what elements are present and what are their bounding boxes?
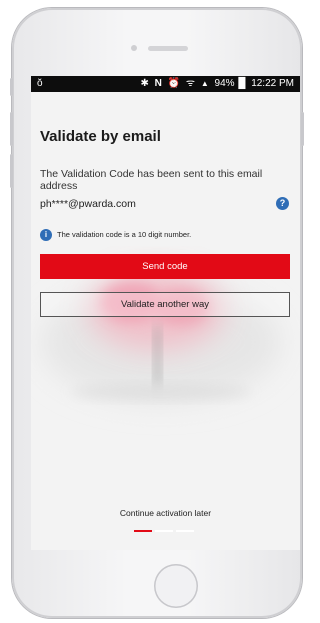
front-camera bbox=[131, 45, 137, 51]
volume-down-button bbox=[10, 154, 13, 188]
earpiece-speaker bbox=[148, 46, 188, 51]
app-screen: ŏ ✱ N ⏰ ᯤ ▲ 94% █ 12:22 PM Validate by e… bbox=[31, 76, 300, 550]
wifi-icon: ᯤ bbox=[185, 78, 196, 89]
pagination-dot-active bbox=[134, 530, 152, 532]
blurred-tree-background bbox=[31, 92, 300, 550]
battery-icon: █ bbox=[238, 78, 246, 89]
continue-activation-later-link[interactable]: Continue activation later bbox=[31, 508, 300, 518]
notification-icon: ŏ bbox=[37, 78, 43, 89]
home-button[interactable] bbox=[154, 564, 198, 608]
validate-another-way-button[interactable]: Validate another way bbox=[40, 292, 290, 317]
alarm-icon: ⏰ bbox=[167, 78, 181, 89]
pagination-dot bbox=[155, 530, 173, 532]
signal-icon: ▲ bbox=[200, 79, 209, 88]
validation-description: The Validation Code has been sent to thi… bbox=[40, 168, 263, 192]
info-icon: i bbox=[40, 229, 52, 241]
status-bar: ŏ ✱ N ⏰ ᯤ ▲ 94% █ 12:22 PM bbox=[31, 76, 300, 92]
status-icons: ✱ N ⏰ ᯤ ▲ 94% █ 12:22 PM bbox=[137, 76, 294, 92]
power-button bbox=[301, 112, 304, 146]
masked-email-address: ph****@pwarda.com bbox=[40, 198, 136, 210]
info-text: The validation code is a 10 digit number… bbox=[57, 230, 192, 239]
battery-percent: 94% bbox=[214, 78, 235, 89]
send-code-button[interactable]: Send code bbox=[40, 254, 290, 279]
pagination-dot bbox=[176, 530, 194, 532]
bluetooth-icon: ✱ bbox=[140, 78, 149, 89]
page-title: Validate by email bbox=[40, 128, 161, 145]
mute-switch bbox=[10, 78, 13, 96]
help-icon[interactable]: ? bbox=[276, 197, 289, 210]
clock-time: 12:22 PM bbox=[251, 78, 294, 89]
volume-up-button bbox=[10, 112, 13, 146]
nfc-icon: N bbox=[154, 78, 162, 89]
